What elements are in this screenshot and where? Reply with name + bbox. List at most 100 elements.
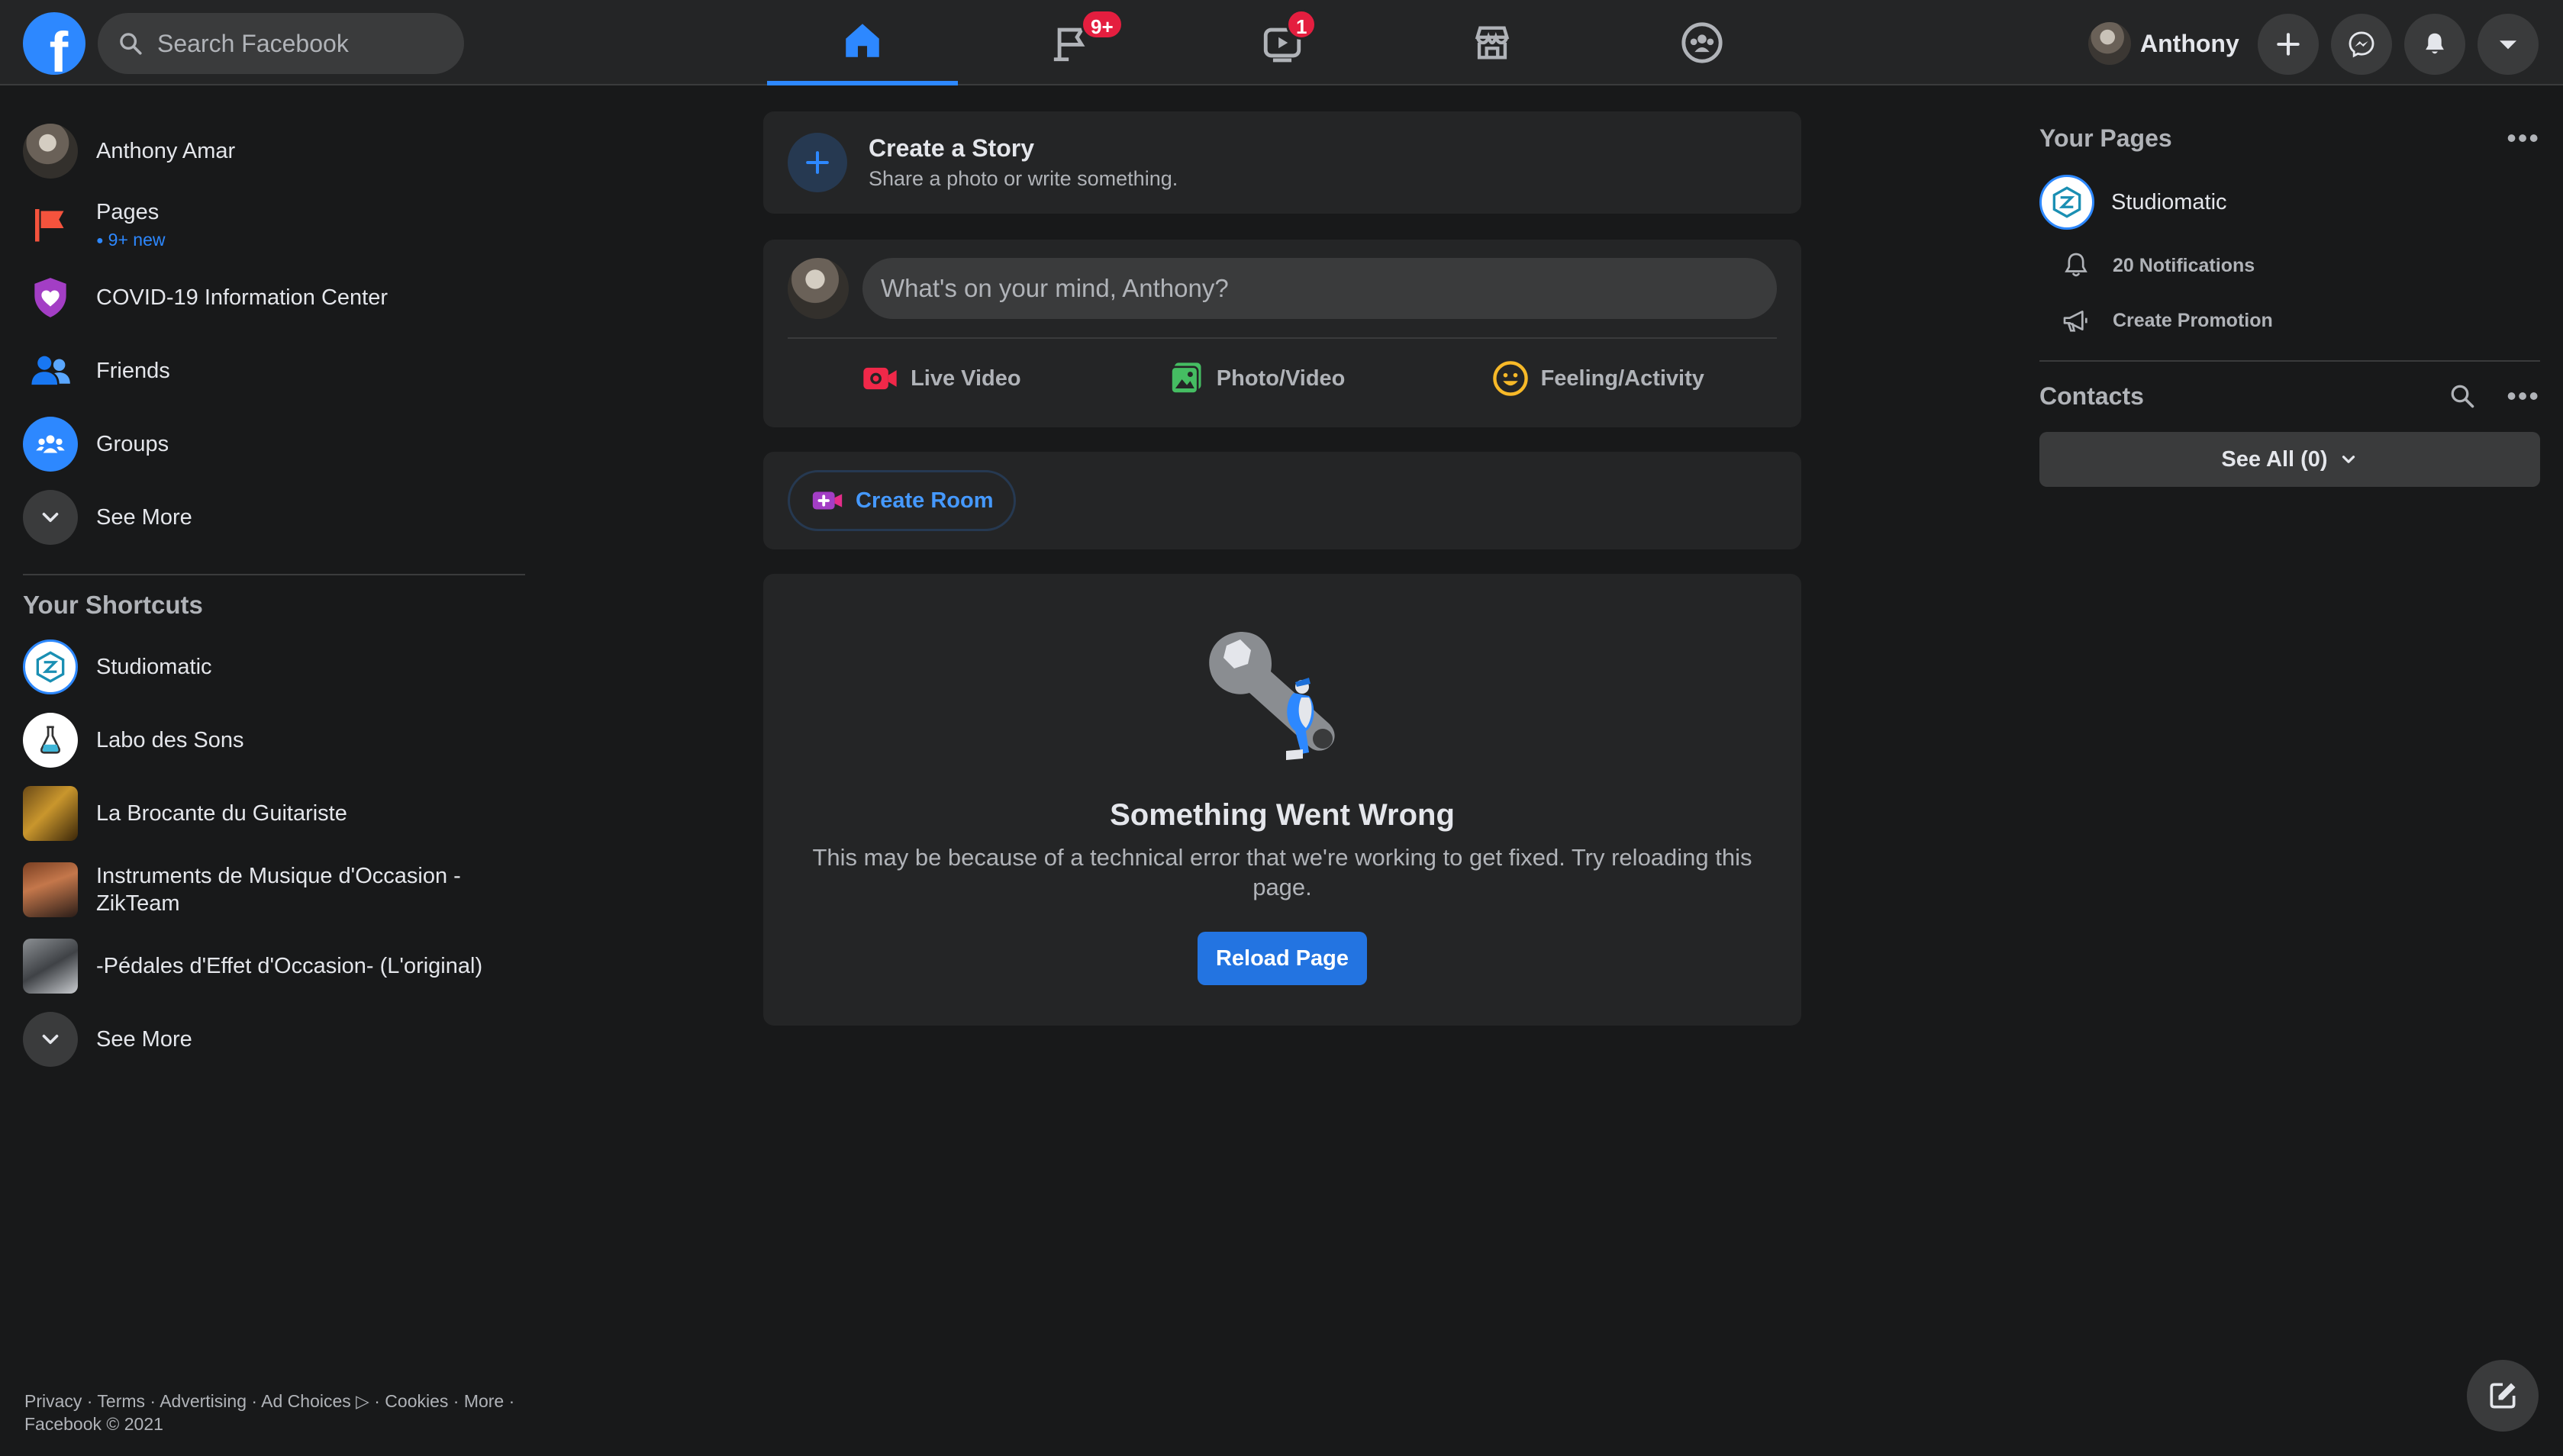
footer-links[interactable]: Privacy · Terms · Advertising · Ad Choic… bbox=[24, 1390, 528, 1436]
shortcuts-title: Your Shortcuts bbox=[23, 591, 203, 619]
avatar bbox=[23, 124, 78, 179]
pages-new-count: 9+ new bbox=[96, 229, 166, 251]
reload-page-button[interactable]: Reload Page bbox=[1197, 931, 1368, 985]
shortcut-label: Labo des Sons bbox=[96, 727, 244, 752]
search-input[interactable] bbox=[156, 28, 446, 59]
photo-icon bbox=[1169, 362, 1201, 395]
wrench-illustration bbox=[1209, 632, 1335, 760]
bell-icon bbox=[2426, 33, 2444, 54]
caret-down-icon bbox=[2499, 40, 2517, 50]
story-subtitle: Share a photo or write something. bbox=[869, 167, 1178, 190]
sidebar-divider bbox=[23, 574, 525, 575]
sidebar-item-label: Pages bbox=[96, 199, 160, 224]
covid-heart-shield-icon bbox=[23, 270, 78, 325]
sidebar-item-label: COVID-19 Information Center bbox=[96, 285, 388, 310]
sidebar-item-friends[interactable]: Friends bbox=[23, 334, 527, 407]
sidebar-item-profile[interactable]: Anthony Amar bbox=[23, 114, 527, 188]
sidebar-item-groups[interactable]: Groups bbox=[23, 407, 527, 481]
create-story-card[interactable]: Create a Story Share a photo or write so… bbox=[763, 111, 1801, 214]
tab-watch[interactable]: 1 bbox=[1187, 0, 1378, 85]
pages-options-icon[interactable]: ••• bbox=[2507, 124, 2540, 152]
notifications-button[interactable] bbox=[2404, 14, 2465, 75]
contacts-options-icon[interactable]: ••• bbox=[2507, 382, 2540, 410]
error-message: This may be because of a technical error… bbox=[812, 844, 1752, 900]
create-button[interactable] bbox=[2258, 14, 2319, 75]
page-notifications-link[interactable]: 20 Notifications bbox=[2039, 238, 2540, 293]
error-title: Something Went Wrong bbox=[1110, 798, 1455, 832]
shortcut-item[interactable]: La Brocante du Guitariste bbox=[23, 777, 527, 850]
page-name: Studiomatic bbox=[2111, 189, 2227, 214]
groups-icon bbox=[23, 417, 78, 472]
create-room-button[interactable]: Create Room bbox=[788, 470, 1016, 531]
shortcut-item[interactable]: -Pédales d'Effet d'Occasion- (L'original… bbox=[23, 929, 527, 1003]
right-sidebar: Your Pages ••• Studiomatic 20 Notificati… bbox=[2039, 114, 2540, 487]
right-divider bbox=[2039, 360, 2540, 362]
groups-icon bbox=[1681, 22, 1723, 63]
pages-badge: 9+ bbox=[1081, 9, 1124, 40]
create-room-label: Create Room bbox=[856, 488, 994, 513]
flask-logo-icon bbox=[23, 713, 78, 768]
shortcut-label: Studiomatic bbox=[96, 654, 212, 679]
tab-marketplace[interactable] bbox=[1397, 0, 1588, 85]
create-promotion-link[interactable]: Create Promotion bbox=[2039, 293, 2540, 348]
see-all-contacts-button[interactable]: See All (0) bbox=[2039, 432, 2540, 487]
profile-chip[interactable]: Anthony bbox=[2082, 15, 2250, 72]
post-composer: What's on your mind, Anthony? Live Video… bbox=[763, 240, 1801, 427]
pedals-thumbnail bbox=[23, 939, 78, 994]
left-sidebar: Anthony Amar Pages 9+ new COVID-19 Infor… bbox=[23, 114, 527, 1076]
photo-video-label: Photo/Video bbox=[1216, 366, 1346, 391]
facebook-logo-letter: f bbox=[49, 21, 69, 76]
shortcut-label: Instruments de Musique d'Occasion - ZikT… bbox=[96, 863, 461, 916]
shortcut-item[interactable]: Studiomatic bbox=[23, 630, 527, 704]
studiomatic-logo-icon bbox=[23, 639, 78, 694]
sidebar-item-label: Friends bbox=[96, 358, 170, 383]
plus-icon bbox=[788, 133, 847, 192]
create-room-card: Create Room bbox=[763, 452, 1801, 549]
notifications-count: 20 Notifications bbox=[2113, 254, 2255, 276]
sidebar-item-covid-center[interactable]: COVID-19 Information Center bbox=[23, 261, 527, 334]
sidebar-item-pages[interactable]: Pages 9+ new bbox=[23, 188, 527, 261]
shortcut-item[interactable]: Labo des Sons bbox=[23, 704, 527, 777]
shortcut-item[interactable]: Instruments de Musique d'Occasion - ZikT… bbox=[23, 850, 527, 929]
home-icon bbox=[846, 24, 879, 57]
search-icon[interactable] bbox=[2449, 382, 2476, 410]
watch-badge: 1 bbox=[1286, 9, 1317, 40]
avatar bbox=[788, 258, 849, 319]
account-menu-button[interactable] bbox=[2478, 14, 2539, 75]
pages-flag-icon bbox=[23, 197, 78, 252]
feeling-activity-button[interactable]: Feeling/Activity bbox=[1475, 350, 1720, 407]
studiomatic-logo-icon bbox=[2039, 175, 2094, 230]
room-video-icon bbox=[812, 491, 843, 510]
instruments-thumbnail bbox=[23, 862, 78, 917]
sidebar-item-label: See More bbox=[96, 504, 192, 530]
sidebar-item-label: Anthony Amar bbox=[96, 138, 236, 163]
shortcut-label: See More bbox=[96, 1026, 192, 1052]
live-video-button[interactable]: Live Video bbox=[845, 350, 1036, 407]
search-bar[interactable] bbox=[98, 13, 464, 74]
profile-name: Anthony bbox=[2140, 29, 2239, 57]
compose-icon bbox=[2490, 1383, 2516, 1409]
bell-outline-icon bbox=[2065, 253, 2087, 277]
avatar bbox=[2088, 22, 2131, 65]
tab-groups[interactable] bbox=[1607, 0, 1797, 85]
page-item-studiomatic[interactable]: Studiomatic bbox=[2039, 166, 2540, 238]
guitar-shop-thumbnail bbox=[23, 786, 78, 841]
see-more-button[interactable]: See More bbox=[23, 481, 527, 554]
feeling-activity-label: Feeling/Activity bbox=[1540, 366, 1704, 391]
messenger-button[interactable] bbox=[2331, 14, 2392, 75]
new-message-button[interactable] bbox=[2467, 1360, 2539, 1432]
facebook-logo[interactable]: f bbox=[23, 12, 85, 75]
friends-icon bbox=[23, 343, 78, 398]
shortcuts-see-more-button[interactable]: See More bbox=[23, 1003, 527, 1076]
photo-video-button[interactable]: Photo/Video bbox=[1151, 350, 1361, 407]
messenger-icon bbox=[2349, 31, 2374, 58]
tab-home[interactable] bbox=[767, 0, 958, 85]
tab-pages[interactable]: 9+ bbox=[977, 0, 1168, 85]
plus-icon bbox=[2277, 33, 2300, 56]
story-title: Create a Story bbox=[869, 134, 1034, 162]
smiley-icon bbox=[1492, 361, 1528, 396]
megaphone-icon bbox=[2063, 311, 2087, 332]
status-input[interactable]: What's on your mind, Anthony? bbox=[862, 258, 1777, 319]
live-video-label: Live Video bbox=[911, 366, 1021, 391]
create-promotion-label: Create Promotion bbox=[2113, 309, 2273, 331]
